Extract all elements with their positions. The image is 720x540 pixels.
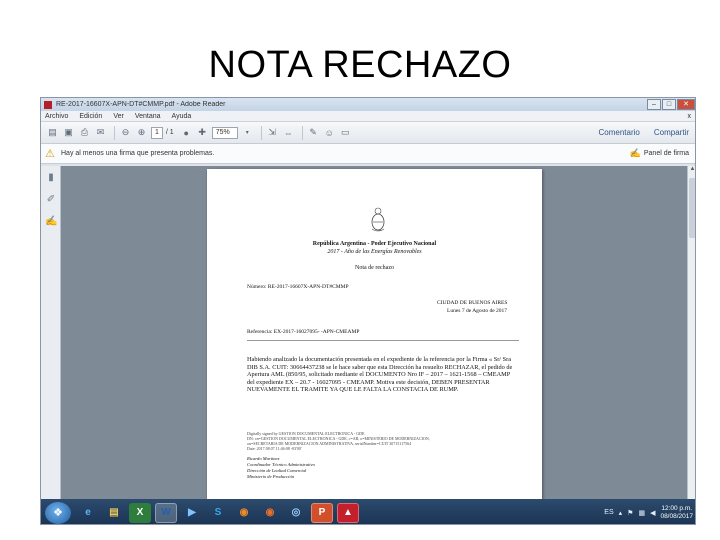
signature-panel-label: Panel de firma — [643, 150, 689, 157]
maximize-button[interactable]: □ — [662, 99, 676, 110]
menu-edicion[interactable]: Edición — [79, 113, 102, 120]
zoom-dropdown-icon[interactable]: ▾ — [241, 126, 254, 139]
close-window-button[interactable]: ✕ — [677, 99, 695, 110]
volume-icon[interactable]: ◀ — [650, 509, 655, 517]
clock-time: 12:00 p.m. — [661, 504, 693, 512]
adobe-reader-window: RE-2017-16607X-APN-DT#CMMP.pdf - Adobe R… — [40, 97, 696, 525]
media-player-icon[interactable]: ▶ — [181, 503, 203, 523]
page-number-input[interactable]: 1 — [151, 126, 163, 139]
network-tray-icon[interactable]: ▦ — [638, 509, 645, 517]
warning-icon: ⚠ — [45, 147, 55, 160]
fit-width-icon[interactable]: ⇔ — [282, 126, 295, 139]
attachments-icon[interactable]: ✐ — [45, 194, 57, 206]
slide-title: NOTA RECHAZO — [208, 44, 512, 86]
share-tab[interactable]: Compartir — [654, 128, 689, 137]
zoom-in-icon[interactable]: ✚ — [196, 126, 209, 139]
tray-arrow-icon[interactable]: ▴ — [619, 509, 623, 517]
signature-warning-text: Hay al menos una firma que presenta prob… — [61, 150, 215, 157]
network-icon[interactable]: ◎ — [285, 503, 307, 523]
window-title: RE-2017-16607X-APN-DT#CMMP.pdf - Adobe R… — [56, 101, 226, 108]
internet-explorer-icon[interactable]: e — [77, 503, 99, 523]
comment-icon[interactable]: ☺ — [323, 126, 336, 139]
adobe-reader-task-icon[interactable]: ▲ — [337, 502, 359, 523]
minimize-button[interactable]: – — [647, 99, 661, 110]
menu-ver[interactable]: Ver — [113, 113, 124, 120]
zoom-level-input[interactable]: 75% — [211, 126, 238, 139]
fit-page-icon[interactable]: ⇲ — [266, 126, 279, 139]
doc-type: Nota de rechazo — [355, 265, 394, 271]
close-document-button[interactable]: x — [688, 113, 692, 120]
title-bar[interactable]: RE-2017-16607X-APN-DT#CMMP.pdf - Adobe R… — [41, 98, 695, 111]
doc-number: Número: RE-2017-16607X-APN-DT#CMMP — [247, 284, 349, 290]
menu-bar: Archivo Edición Ver Ventana Ayuda x — [41, 111, 695, 122]
menu-archivo[interactable]: Archivo — [45, 113, 68, 120]
highlight-icon[interactable]: ▭ — [339, 126, 352, 139]
document-workarea: ▮ ✐ ✍ República Argentina - Poder Ejecut… — [41, 166, 695, 499]
argentina-coat-of-arms-icon — [371, 207, 385, 232]
vertical-scrollbar[interactable]: ▲ — [687, 166, 695, 499]
system-clock[interactable]: 12:00 p.m. 08/08/2017 — [660, 505, 693, 521]
sign-icon[interactable]: ✎ — [307, 126, 320, 139]
excel-icon[interactable]: X — [129, 502, 151, 523]
email-icon[interactable]: ✉ — [94, 126, 107, 139]
clock-date: 08/08/2017 — [660, 512, 693, 520]
skype-icon[interactable]: S — [207, 503, 229, 523]
toolbar: ▤ ▣ ⎙ ✉ ⊖ ⊕ 1 / 1 ● ✚ 75% ▾ ⇲ ⇔ ✎ ☺ ▭ Co… — [41, 122, 695, 144]
next-page-icon[interactable]: ⊕ — [135, 126, 148, 139]
doc-reference: Referencia: EX-2017-16027095- -APN-CMEAM… — [247, 329, 360, 335]
firefox-alt-icon[interactable]: ◉ — [259, 503, 281, 523]
menu-ventana[interactable]: Ventana — [135, 113, 161, 120]
page-total: / 1 — [165, 129, 174, 136]
windows-taskbar: ❖ e ▤ X W ▶ S ◉ ◉ ◎ P ▲ ES ▴ ⚑ ▦ ◀ 12:00… — [41, 499, 695, 524]
navigation-panel: ▮ ✐ ✍ — [41, 166, 61, 499]
windows-start-icon[interactable]: ❖ — [45, 501, 71, 524]
doc-body: Habiendo analizado la documentación pres… — [247, 356, 513, 394]
word-icon[interactable]: W — [155, 502, 177, 523]
file-explorer-icon[interactable]: ▤ — [103, 503, 125, 523]
signatures-icon[interactable]: ✍ — [45, 216, 57, 228]
create-pdf-icon[interactable]: ▤ — [46, 126, 59, 139]
doc-header-line1: República Argentina - Poder Ejecutivo Na… — [312, 241, 437, 247]
signature-panel-button[interactable]: ✍ Panel de firma — [630, 148, 689, 159]
doc-divider — [247, 340, 519, 341]
pdf-page: República Argentina - Poder Ejecutivo Na… — [207, 169, 542, 499]
flag-icon[interactable]: ⚑ — [627, 509, 633, 517]
scroll-thumb[interactable] — [689, 178, 695, 238]
doc-header-line2: 2017 - Año de las Energías Renovables — [327, 249, 422, 255]
menu-ayuda[interactable]: Ayuda — [172, 113, 192, 120]
scroll-up-icon[interactable]: ▲ — [688, 166, 695, 176]
signature-warning-bar: ⚠ Hay al menos una firma que presenta pr… — [41, 144, 695, 164]
doc-city: CIUDAD DE BUENOS AIRES — [437, 300, 508, 306]
firefox-icon[interactable]: ◉ — [233, 503, 255, 523]
zoom-out-icon[interactable]: ● — [180, 126, 193, 139]
signer-ministry: Ministerio de Producción — [247, 474, 295, 479]
powerpoint-icon[interactable]: P — [311, 502, 333, 523]
signature-pen-icon: ✍ — [629, 148, 641, 158]
previous-page-icon[interactable]: ⊖ — [119, 126, 132, 139]
language-indicator[interactable]: ES — [604, 509, 613, 516]
adobe-reader-icon — [44, 100, 52, 109]
comment-tab[interactable]: Comentario — [599, 128, 640, 137]
system-tray: ES ▴ ⚑ ▦ ◀ 12:00 p.m. 08/08/2017 — [604, 505, 695, 521]
signature-block-4: Date: 2017.08.07 11:46:08 -03'00' — [247, 446, 302, 451]
page-thumbnails-icon[interactable]: ▮ — [45, 172, 57, 184]
doc-date: Lunes 7 de Agosto de 2017 — [447, 308, 508, 314]
save-icon[interactable]: ▣ — [62, 126, 75, 139]
print-icon[interactable]: ⎙ — [78, 126, 91, 139]
